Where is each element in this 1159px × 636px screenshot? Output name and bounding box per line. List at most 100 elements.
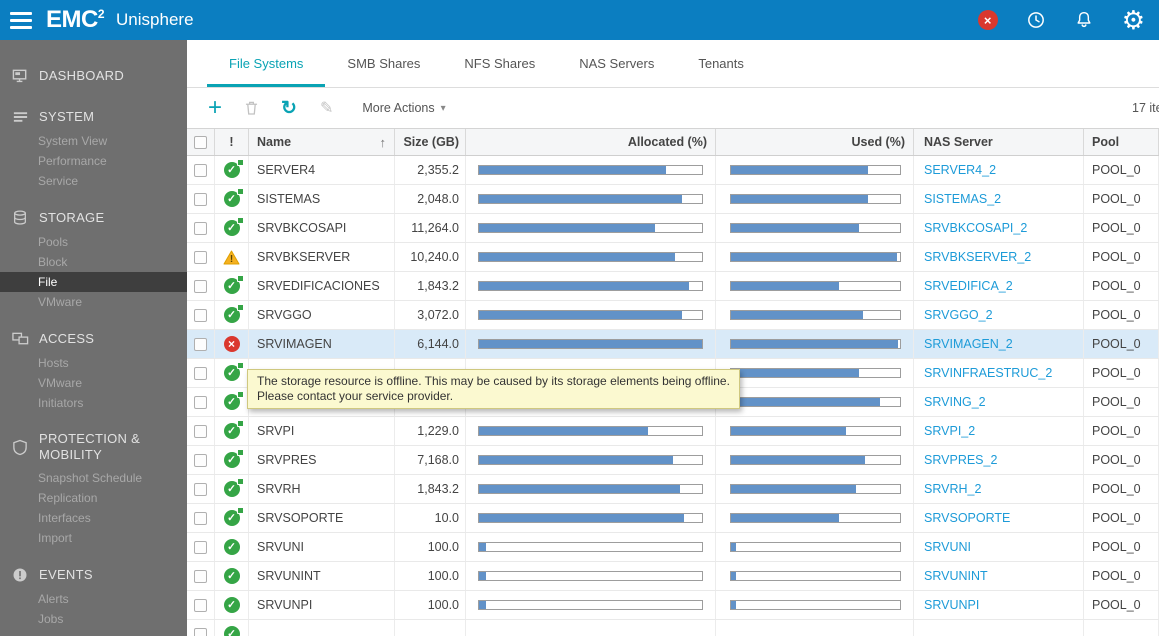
sidebar-item-initiators[interactable]: Initiators: [0, 393, 187, 413]
sidebar-item-vmware[interactable]: VMware: [0, 373, 187, 393]
row-checkbox[interactable]: [194, 309, 207, 322]
sidebar-section-header-protection[interactable]: PROTECTION & MOBILITY: [0, 426, 187, 468]
used-bar-fill: [731, 514, 839, 522]
tab-nas-servers[interactable]: NAS Servers: [557, 40, 676, 87]
sidebar-item-vmware[interactable]: VMware: [0, 292, 187, 312]
table-row[interactable]: ✓SISTEMAS2,048.0SISTEMAS_2POOL_0: [187, 185, 1159, 214]
filesystem-name: SRVSOPORTE: [249, 504, 395, 532]
sidebar-section-header-storage[interactable]: STORAGE: [0, 204, 187, 232]
header-pool[interactable]: Pool: [1084, 129, 1159, 155]
recent-activity-clock-icon[interactable]: [1026, 10, 1046, 30]
nas-server-link[interactable]: SISTEMAS_2: [924, 192, 1001, 206]
nas-server-link[interactable]: SRVIMAGEN_2: [924, 337, 1013, 351]
nas-server-link[interactable]: SERVER4_2: [924, 163, 996, 177]
row-status-cell: ✓: [215, 504, 249, 532]
sidebar-section-header-access[interactable]: ACCESS: [0, 325, 187, 353]
table-row[interactable]: ✓SERVER42,355.2SERVER4_2POOL_0: [187, 156, 1159, 185]
table-row[interactable]: ✓SRVSOPORTE10.0SRVSOPORTEPOOL_0: [187, 504, 1159, 533]
row-checkbox[interactable]: [194, 193, 207, 206]
nas-server-link[interactable]: SRVPI_2: [924, 424, 975, 438]
sidebar-section-header-events[interactable]: EVENTS: [0, 561, 187, 589]
sidebar-item-system-view[interactable]: System View: [0, 131, 187, 151]
sidebar-item-hosts[interactable]: Hosts: [0, 353, 187, 373]
table-row[interactable]: ✓SRVEDIFICACIONES1,843.2SRVEDIFICA_2POOL…: [187, 272, 1159, 301]
table-row[interactable]: ✓SRVBKCOSAPI11,264.0SRVBKCOSAPI_2POOL_0: [187, 214, 1159, 243]
system-error-icon[interactable]: ×: [978, 10, 998, 30]
nas-server-link[interactable]: SRVINFRAESTRUC_2: [924, 366, 1052, 380]
row-checkbox[interactable]: [194, 628, 207, 636]
sidebar-item-snapshot-schedule[interactable]: Snapshot Schedule: [0, 468, 187, 488]
sidebar-item-file[interactable]: File: [0, 272, 187, 292]
tab-file-systems[interactable]: File Systems: [207, 40, 325, 87]
row-checkbox[interactable]: [194, 280, 207, 293]
sidebar-item-import[interactable]: Import: [0, 528, 187, 548]
header-nas-server[interactable]: NAS Server: [914, 129, 1084, 155]
tab-tenants[interactable]: Tenants: [676, 40, 766, 87]
row-checkbox[interactable]: [194, 164, 207, 177]
sidebar-item-block[interactable]: Block: [0, 252, 187, 272]
table-row[interactable]: ✓SRVUNPI100.0SRVUNPIPOOL_0: [187, 591, 1159, 620]
delete-button[interactable]: [245, 100, 258, 116]
header-used[interactable]: Used (%): [716, 129, 914, 155]
table-row[interactable]: !SRVBKSERVER10,240.0SRVBKSERVER_2POOL_0: [187, 243, 1159, 272]
row-checkbox[interactable]: [194, 425, 207, 438]
sidebar-item-replication[interactable]: Replication: [0, 488, 187, 508]
nas-server-link[interactable]: SRVBKSERVER_2: [924, 250, 1031, 264]
nas-server-link[interactable]: SRVUNPI: [924, 598, 979, 612]
sidebar-section-header-system[interactable]: SYSTEM: [0, 103, 187, 131]
row-checkbox[interactable]: [194, 454, 207, 467]
settings-gear-icon[interactable]: ⚙: [1122, 7, 1145, 33]
status-error-icon: ×: [224, 336, 240, 352]
used-bar-cell: [716, 272, 914, 300]
row-checkbox[interactable]: [194, 251, 207, 264]
table-row[interactable]: ✓SRVUNI100.0SRVUNIPOOL_0: [187, 533, 1159, 562]
more-actions-button[interactable]: More Actions ▾: [362, 101, 445, 115]
nas-server-link[interactable]: SRVRH_2: [924, 482, 981, 496]
refresh-button[interactable]: ↻: [281, 97, 297, 120]
used-bar-cell: [716, 243, 914, 271]
row-checkbox[interactable]: [194, 541, 207, 554]
header-allocated[interactable]: Allocated (%): [466, 129, 716, 155]
table-row[interactable]: ✓SRVUNINT100.0SRVUNINTPOOL_0: [187, 562, 1159, 591]
allocated-bar-track: [478, 426, 703, 436]
table-row[interactable]: ✓SRVGGO3,072.0SRVGGO_2POOL_0: [187, 301, 1159, 330]
nas-server-link[interactable]: SRVSOPORTE: [924, 511, 1010, 525]
menu-icon[interactable]: [0, 12, 42, 29]
row-checkbox[interactable]: [194, 338, 207, 351]
header-size[interactable]: Size (GB): [395, 129, 466, 155]
row-checkbox[interactable]: [194, 222, 207, 235]
table-row[interactable]: ✓: [187, 620, 1159, 636]
table-row[interactable]: ✓SRVPI1,229.0SRVPI_2POOL_0: [187, 417, 1159, 446]
sidebar-item-interfaces[interactable]: Interfaces: [0, 508, 187, 528]
table-row[interactable]: ✓SRVRH1,843.2SRVRH_2POOL_0: [187, 475, 1159, 504]
edit-button[interactable]: ✎: [320, 98, 333, 118]
nas-server-link[interactable]: SRVUNINT: [924, 569, 988, 583]
nas-server-link[interactable]: SRVING_2: [924, 395, 986, 409]
header-name[interactable]: Name↑: [249, 129, 395, 155]
tab-smb-shares[interactable]: SMB Shares: [325, 40, 442, 87]
row-checkbox[interactable]: [194, 367, 207, 380]
select-all-checkbox[interactable]: [194, 136, 207, 149]
sidebar-item-pools[interactable]: Pools: [0, 232, 187, 252]
tab-nfs-shares[interactable]: NFS Shares: [442, 40, 557, 87]
table-row[interactable]: ✓SRVPRES7,168.0SRVPRES_2POOL_0: [187, 446, 1159, 475]
row-checkbox[interactable]: [194, 570, 207, 583]
row-checkbox[interactable]: [194, 599, 207, 612]
sidebar-item-jobs[interactable]: Jobs: [0, 609, 187, 629]
nas-server-link[interactable]: SRVBKCOSAPI_2: [924, 221, 1027, 235]
alerts-bell-icon[interactable]: [1074, 10, 1094, 30]
sidebar-item-performance[interactable]: Performance: [0, 151, 187, 171]
row-checkbox[interactable]: [194, 483, 207, 496]
nas-server-link[interactable]: SRVGGO_2: [924, 308, 993, 322]
sidebar-item-alerts[interactable]: Alerts: [0, 589, 187, 609]
row-checkbox[interactable]: [194, 396, 207, 409]
table-row[interactable]: ×SRVIMAGEN6,144.0SRVIMAGEN_2POOL_0: [187, 330, 1159, 359]
nas-server-link[interactable]: SRVUNI: [924, 540, 971, 554]
header-status[interactable]: !: [215, 129, 249, 155]
nas-server-link[interactable]: SRVPRES_2: [924, 453, 997, 467]
sidebar-section-header-dashboard[interactable]: DASHBOARD: [0, 62, 187, 90]
create-button[interactable]: +: [208, 96, 222, 120]
sidebar-item-service[interactable]: Service: [0, 171, 187, 191]
nas-server-link[interactable]: SRVEDIFICA_2: [924, 279, 1013, 293]
row-checkbox[interactable]: [194, 512, 207, 525]
